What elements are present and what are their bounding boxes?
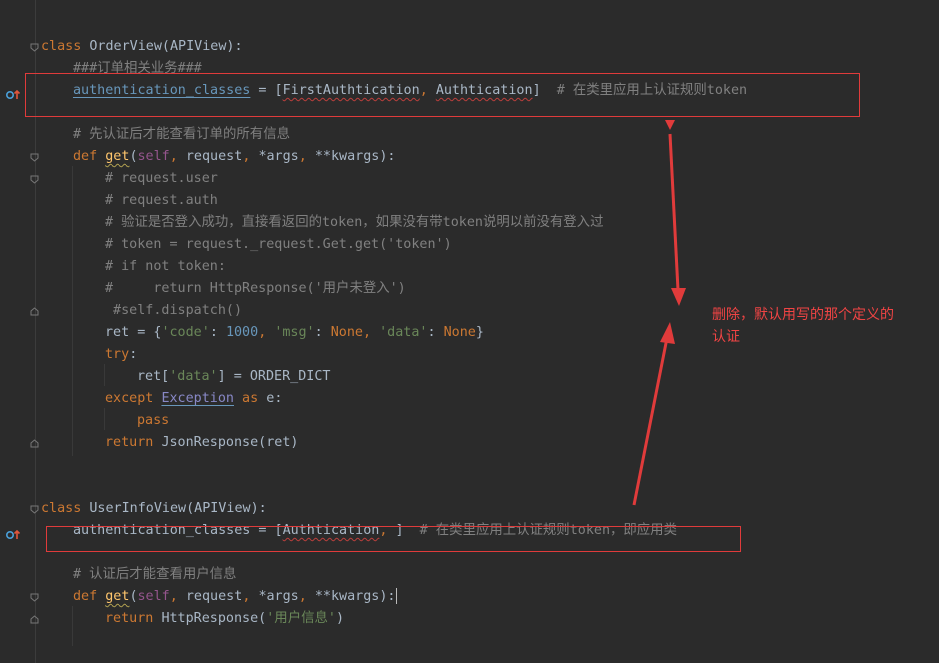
arrow-shaft-down xyxy=(668,133,680,291)
annotation-note: 删除，默认用写的那个定义的 认证 xyxy=(712,304,932,348)
annotation-line-1: 删除，默认用写的那个定义的 xyxy=(712,307,894,323)
arrow-shaft-up xyxy=(632,337,669,506)
arrow-head-down xyxy=(671,288,686,306)
arrow-head-up xyxy=(660,322,675,344)
annotation-line-2: 认证 xyxy=(712,329,740,345)
arrow-head-small xyxy=(665,120,675,130)
